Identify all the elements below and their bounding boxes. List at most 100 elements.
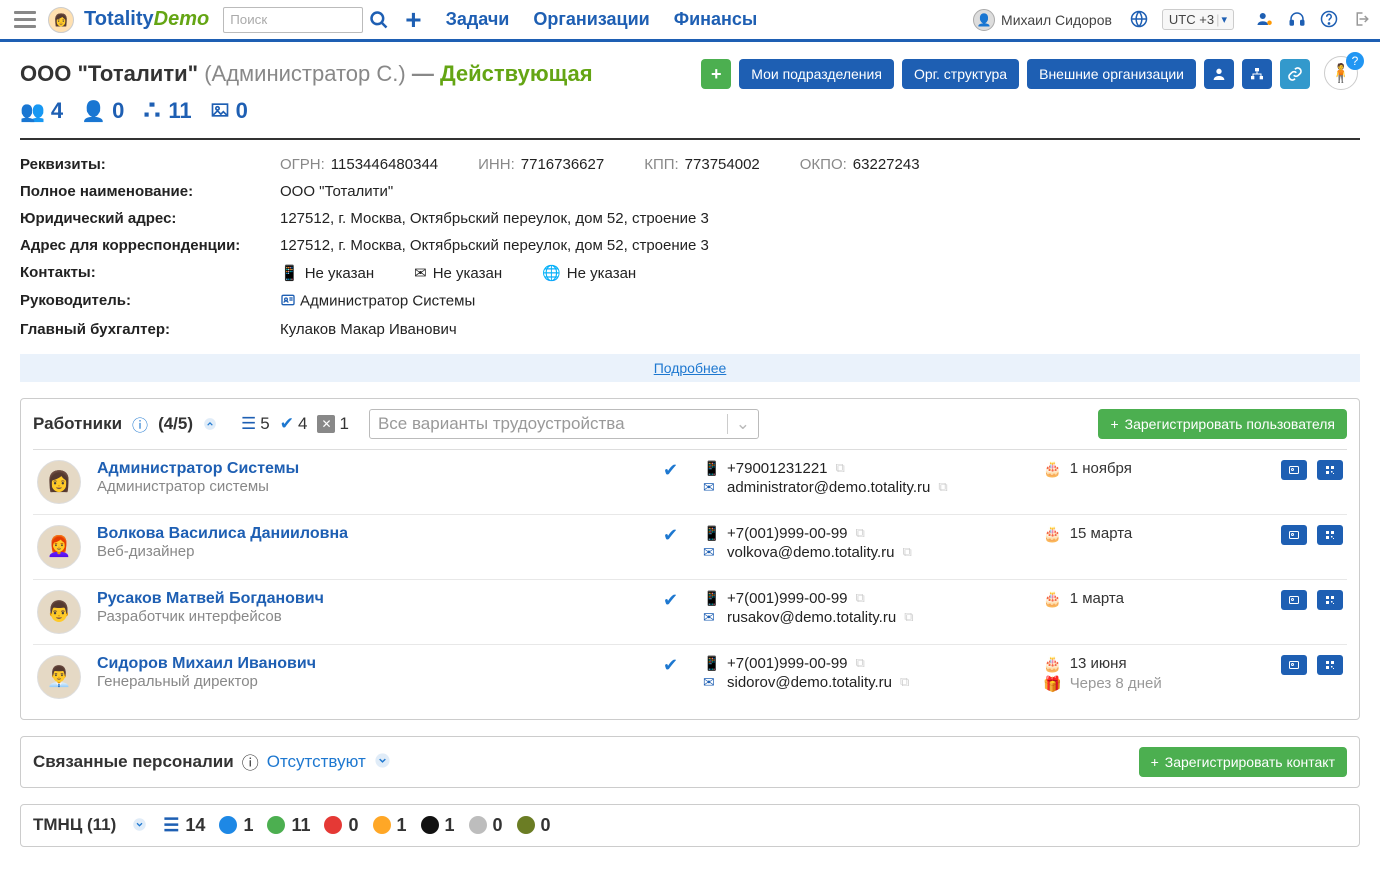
employee-birthday: 1 марта (1070, 590, 1124, 607)
qr-action[interactable] (1317, 590, 1343, 610)
employee-role: Разработчик интерфейсов (97, 608, 663, 625)
color-dot (324, 816, 342, 834)
card-action[interactable] (1281, 655, 1307, 675)
nav-orgs[interactable]: Организации (533, 9, 649, 30)
register-contact-button[interactable]: +Зарегистрировать контакт (1139, 747, 1347, 777)
headset-icon[interactable] (1288, 9, 1306, 30)
stat-depts[interactable]: 👤0 (81, 98, 124, 124)
card-action[interactable] (1281, 525, 1307, 545)
external-orgs-button[interactable]: Внешние организации (1027, 59, 1196, 89)
add-icon[interactable]: + (405, 4, 421, 36)
copy-icon[interactable]: ⧉ (938, 479, 947, 495)
stat-groups[interactable]: 👥4 (20, 98, 63, 124)
copy-icon[interactable]: ⧉ (900, 674, 909, 690)
search-input[interactable] (223, 7, 363, 33)
globe-icon[interactable] (1130, 9, 1148, 30)
employee-phone: +7(001)999-00-99 (727, 525, 848, 542)
search-icon[interactable] (369, 10, 389, 30)
employee-phone: +7(001)999-00-99 (727, 590, 848, 607)
gift-icon: 🎁 (1043, 675, 1062, 693)
personas-title: Связанные персоналии (33, 752, 234, 772)
tmnc-tag[interactable]: 0 (517, 815, 551, 836)
info-icon[interactable]: ⓘ (132, 412, 148, 436)
employee-role: Администратор системы (97, 478, 663, 495)
tmnc-tag[interactable]: 1 (219, 815, 253, 836)
employee-birthday: 15 марта (1070, 525, 1133, 542)
timezone-value: UTC +3 (1169, 12, 1214, 27)
filter-active[interactable]: ✔4 (280, 414, 308, 434)
employee-name[interactable]: Волкова Василиса Данииловна (97, 525, 663, 543)
timezone-select[interactable]: UTC +3 | ▾ (1162, 9, 1234, 30)
nav-finance[interactable]: Финансы (674, 9, 758, 30)
employment-placeholder: Все варианты трудоустройства (378, 414, 625, 434)
org-status: Действующая (440, 61, 593, 86)
employee-row: 👩 Администратор Системы Администратор си… (33, 449, 1347, 514)
employee-name[interactable]: Администратор Системы (97, 460, 663, 478)
card-action[interactable] (1281, 590, 1307, 610)
my-divisions-button[interactable]: Мои подразделения (739, 59, 894, 89)
logout-icon[interactable] (1352, 9, 1370, 30)
add-button[interactable]: + (701, 59, 731, 89)
director-label: Руководитель: (20, 292, 280, 311)
color-dot (517, 816, 535, 834)
copy-icon[interactable]: ⧉ (903, 544, 912, 560)
more-link[interactable]: Подробнее (20, 354, 1360, 382)
user-gear-icon[interactable] (1256, 9, 1274, 30)
list-icon: ☰ (241, 414, 256, 434)
copy-icon[interactable]: ⧉ (856, 525, 865, 541)
register-user-button[interactable]: +Зарегистрировать пользователя (1098, 409, 1347, 439)
director-value[interactable]: Администратор Системы (300, 293, 475, 310)
personas-none: Отсутствуют (267, 752, 366, 772)
employment-select[interactable]: Все варианты трудоустройства ⌄ (369, 409, 759, 439)
copy-icon[interactable]: ⧉ (856, 655, 865, 671)
tmnc-tag[interactable]: 1 (421, 815, 455, 836)
copy-icon[interactable]: ⧉ (904, 609, 913, 625)
employee-name[interactable]: Русаков Матвей Богданович (97, 590, 663, 608)
tmnc-tag[interactable]: 1 (373, 815, 407, 836)
phone-icon: 📱 (703, 460, 719, 477)
orgchart-button[interactable] (1242, 59, 1272, 89)
collapse-icon[interactable] (203, 416, 217, 432)
person-button[interactable] (1204, 59, 1234, 89)
card-action[interactable] (1281, 460, 1307, 480)
legal-addr-value: 127512, г. Москва, Октябрьский переулок,… (280, 210, 1360, 227)
employee-name[interactable]: Сидоров Михаил Иванович (97, 655, 663, 673)
search-wrap (223, 7, 389, 33)
tmnc-tag[interactable]: 0 (469, 815, 503, 836)
check-icon: ✔ (663, 525, 703, 546)
legal-addr-label: Юридический адрес: (20, 210, 280, 227)
qr-action[interactable] (1317, 525, 1343, 545)
org-structure-button[interactable]: Орг. структура (902, 59, 1019, 89)
help-icon[interactable] (1320, 9, 1338, 30)
tmnc-tag[interactable]: 0 (324, 815, 358, 836)
mail-icon: ✉ (414, 264, 427, 282)
org-details: Реквизиты: ОГРН:1153446480344 ИНН:771673… (20, 150, 1360, 348)
brand[interactable]: TotalityDemo (84, 8, 209, 31)
copy-icon[interactable]: ⧉ (836, 460, 845, 476)
tmnc-tag[interactable]: 11 (267, 815, 310, 836)
current-user[interactable]: 👤 Михаил Сидоров (973, 9, 1112, 31)
help-mascot[interactable]: 🧍? (1324, 56, 1360, 92)
qr-action[interactable] (1317, 460, 1343, 480)
nav-tasks[interactable]: Задачи (446, 9, 510, 30)
employee-anniv: Через 8 дней (1070, 675, 1162, 692)
copy-icon[interactable]: ⧉ (856, 590, 865, 606)
avatar: 👩 (37, 460, 81, 504)
tmnc-tag[interactable]: ☰14 (163, 815, 205, 836)
expand-icon[interactable] (374, 752, 391, 772)
image-icon (210, 100, 230, 123)
filter-all[interactable]: ☰5 (241, 414, 270, 434)
birthday-icon: 🎂 (1043, 655, 1062, 673)
qr-action[interactable] (1317, 655, 1343, 675)
requisites-label: Реквизиты: (20, 156, 280, 173)
info-icon[interactable]: ⓘ (242, 749, 259, 774)
expand-icon[interactable] (132, 817, 147, 834)
filter-inactive[interactable]: ✕1 (317, 414, 348, 434)
title-dash: — (412, 61, 434, 86)
mail-icon: ✉ (703, 674, 719, 691)
link-button[interactable] (1280, 59, 1310, 89)
menu-icon[interactable] (10, 7, 40, 32)
stat-images[interactable]: 0 (210, 98, 248, 124)
employee-row: 👩‍🦰 Волкова Василиса Данииловна Веб-диза… (33, 514, 1347, 579)
stat-orgchart[interactable]: 11 (142, 98, 191, 124)
